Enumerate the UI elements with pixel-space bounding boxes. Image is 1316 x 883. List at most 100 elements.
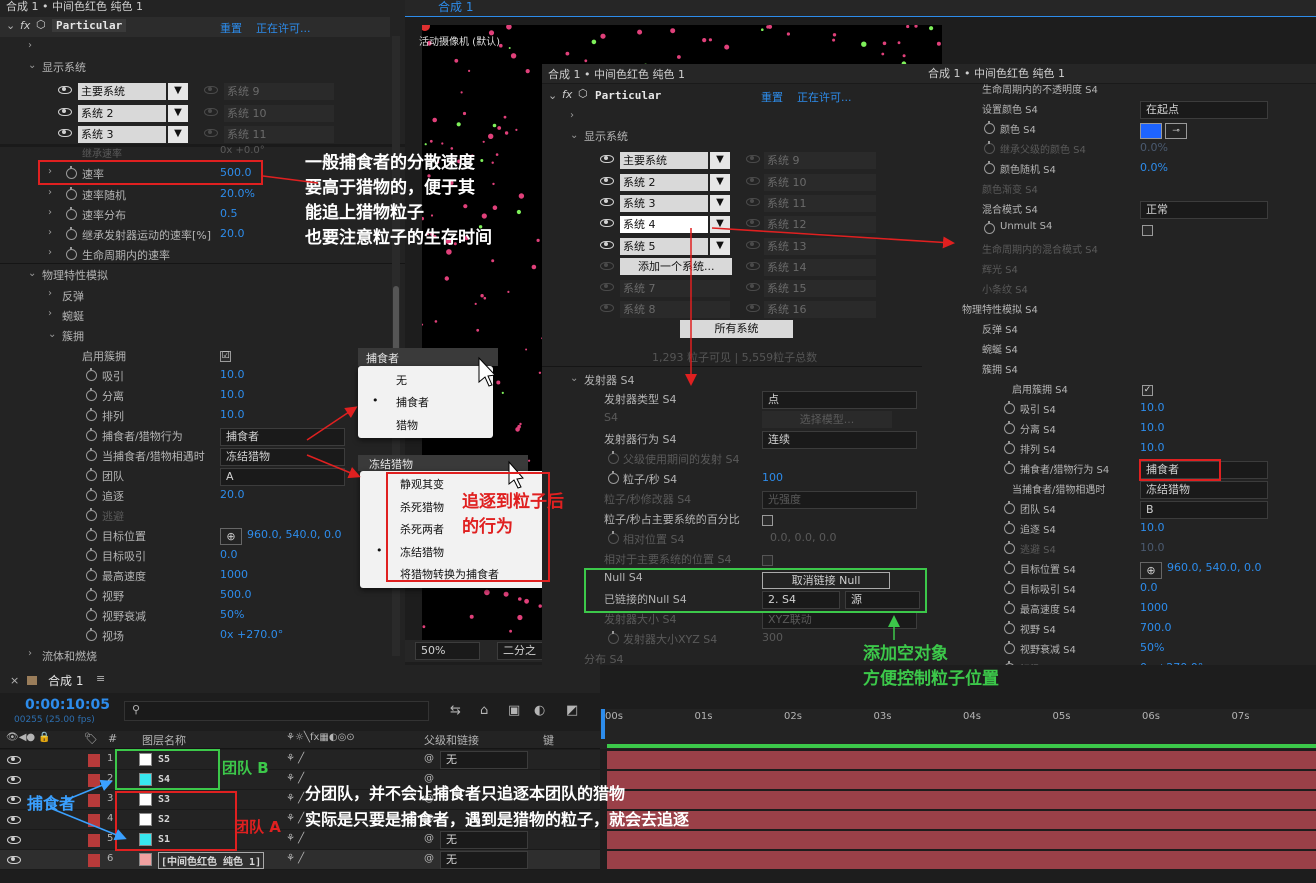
stopwatch-icon[interactable]: [608, 531, 619, 544]
chevron-down-icon[interactable]: ⌄: [548, 89, 557, 102]
crosshair-icon[interactable]: ⊕: [220, 528, 242, 545]
stopwatch-icon[interactable]: [86, 608, 97, 621]
system-dropdown[interactable]: 系统 2: [78, 105, 166, 122]
checkbox[interactable]: [1142, 225, 1153, 236]
chevron-right-icon[interactable]: ›: [28, 40, 32, 51]
layer-track[interactable]: [607, 851, 1316, 869]
stopwatch-icon[interactable]: [86, 448, 97, 461]
prop-dropdown[interactable]: 在起点: [1140, 101, 1268, 119]
enable-flock-checkbox[interactable]: ☑: [220, 351, 231, 362]
reset-link[interactable]: 重置: [220, 20, 242, 36]
chevron-down-icon[interactable]: ⌄: [6, 19, 15, 32]
stopwatch-icon[interactable]: [86, 428, 97, 441]
checkbox[interactable]: [762, 515, 773, 526]
stopwatch-icon[interactable]: [608, 451, 619, 464]
prop-value[interactable]: 0.0, 0.0, 0.0: [770, 531, 836, 544]
stopwatch-icon[interactable]: [984, 141, 995, 154]
stopwatch-icon[interactable]: [1004, 461, 1015, 474]
chevron-down-icon[interactable]: ▼: [168, 126, 188, 143]
stopwatch-icon[interactable]: [1004, 641, 1015, 654]
stopwatch-icon[interactable]: [66, 227, 77, 240]
prop-dropdown[interactable]: 冻结猎物: [220, 448, 345, 466]
close-icon[interactable]: ×: [10, 674, 19, 687]
label-color[interactable]: [88, 834, 100, 847]
eye-icon[interactable]: [746, 198, 760, 206]
prop-value[interactable]: 50%: [1140, 641, 1164, 654]
prop-value[interactable]: 1000: [220, 568, 248, 581]
chevron-down-icon[interactable]: ⌄: [48, 329, 56, 340]
prop-dropdown[interactable]: A: [220, 468, 345, 486]
stopwatch-icon[interactable]: [1004, 541, 1015, 554]
prop-value[interactable]: 0.0%: [1140, 141, 1168, 154]
playhead[interactable]: [601, 709, 605, 739]
prop-value[interactable]: 10.0: [1140, 421, 1165, 434]
prop-value[interactable]: 0.0: [1140, 581, 1158, 594]
prop-value[interactable]: 10.0: [1140, 401, 1165, 414]
stopwatch-icon[interactable]: [66, 247, 77, 260]
system-dropdown[interactable]: 系统 3: [620, 195, 708, 212]
system-off[interactable]: 系统 13: [764, 238, 876, 255]
stopwatch-icon[interactable]: [66, 207, 77, 220]
parent-dropdown[interactable]: 无: [440, 831, 528, 849]
chevron-down-icon[interactable]: ▼: [710, 174, 730, 191]
stopwatch-icon[interactable]: [1004, 601, 1015, 614]
system-off[interactable]: 系统 10: [764, 174, 876, 191]
label-color[interactable]: [88, 794, 100, 807]
stopwatch-icon[interactable]: [86, 528, 97, 541]
chevron-down-icon[interactable]: ⌄: [570, 130, 578, 141]
license-link[interactable]: 正在许可...: [256, 20, 311, 36]
chevron-down-icon[interactable]: ▼: [710, 238, 730, 255]
stopwatch-icon[interactable]: [1004, 581, 1015, 594]
prop-dropdown[interactable]: 光强度: [762, 491, 917, 509]
stopwatch-icon[interactable]: [1004, 501, 1015, 514]
prop-value[interactable]: 50%: [220, 608, 244, 621]
chevron-right-icon[interactable]: ›: [28, 648, 32, 659]
stopwatch-icon[interactable]: [86, 468, 97, 481]
prop-value[interactable]: 960.0, 540.0, 0.0: [247, 528, 341, 541]
eye-icon[interactable]: [600, 155, 614, 163]
eye-icon[interactable]: [7, 756, 21, 764]
resolution-dropdown[interactable]: 二分之: [497, 642, 547, 660]
system-dropdown[interactable]: 系统 5: [620, 238, 708, 255]
stopwatch-icon[interactable]: [608, 471, 619, 484]
stopwatch-icon[interactable]: [86, 408, 97, 421]
layer-name[interactable]: [中间色红色 纯色 1]: [158, 852, 265, 869]
stopwatch-icon[interactable]: [86, 488, 97, 501]
stopwatch-icon[interactable]: [86, 508, 97, 521]
prop-dropdown[interactable]: B: [1140, 501, 1268, 519]
eye-icon[interactable]: [204, 129, 218, 137]
eye-icon[interactable]: [204, 86, 218, 94]
prop-value[interactable]: 10.0: [1140, 521, 1165, 534]
system-greyed[interactable]: 系统 8: [620, 301, 730, 318]
stopwatch-icon[interactable]: [1004, 421, 1015, 434]
stopwatch-icon[interactable]: [1004, 441, 1015, 454]
prop-value[interactable]: 20.0%: [220, 187, 255, 200]
chevron-down-icon[interactable]: ⌄: [28, 60, 36, 71]
prop-value[interactable]: 20.0: [220, 488, 245, 501]
parent-dropdown[interactable]: 无: [440, 751, 528, 769]
choose-model-button[interactable]: 选择模型...: [762, 411, 892, 428]
system-dropdown[interactable]: 系统 3: [78, 126, 166, 143]
eye-icon[interactable]: [746, 219, 760, 227]
license-link[interactable]: 正在许可...: [797, 89, 852, 105]
prop-value[interactable]: 960.0, 540.0, 0.0: [1167, 561, 1261, 574]
prop-value[interactable]: 1000: [1140, 601, 1168, 614]
toolbar-icon[interactable]: ⇆: [450, 703, 461, 718]
toolbar-icon[interactable]: ▣: [508, 703, 520, 718]
toolbar-icon[interactable]: ⌂: [480, 703, 488, 718]
viewer-tab[interactable]: 合成 1: [438, 0, 473, 15]
eye-icon[interactable]: [7, 816, 21, 824]
prop-value[interactable]: 100: [762, 471, 783, 484]
stopwatch-icon[interactable]: [1004, 621, 1015, 634]
stopwatch-icon[interactable]: [1004, 401, 1015, 414]
prop-dropdown[interactable]: 冻结猎物: [1140, 481, 1268, 499]
system-off[interactable]: 系统 11: [224, 126, 334, 143]
layer-track[interactable]: [607, 811, 1316, 829]
all-systems-button[interactable]: 所有系统: [680, 320, 793, 338]
prop-dropdown[interactable]: XYZ联动: [762, 611, 917, 629]
toolbar-icon[interactable]: ◩: [566, 703, 578, 718]
add-system-button[interactable]: 添加一个系统...: [620, 258, 732, 275]
eye-icon[interactable]: [600, 198, 614, 206]
color-swatch[interactable]: [1140, 123, 1162, 139]
eyedropper-icon[interactable]: ⊸: [1165, 123, 1187, 139]
